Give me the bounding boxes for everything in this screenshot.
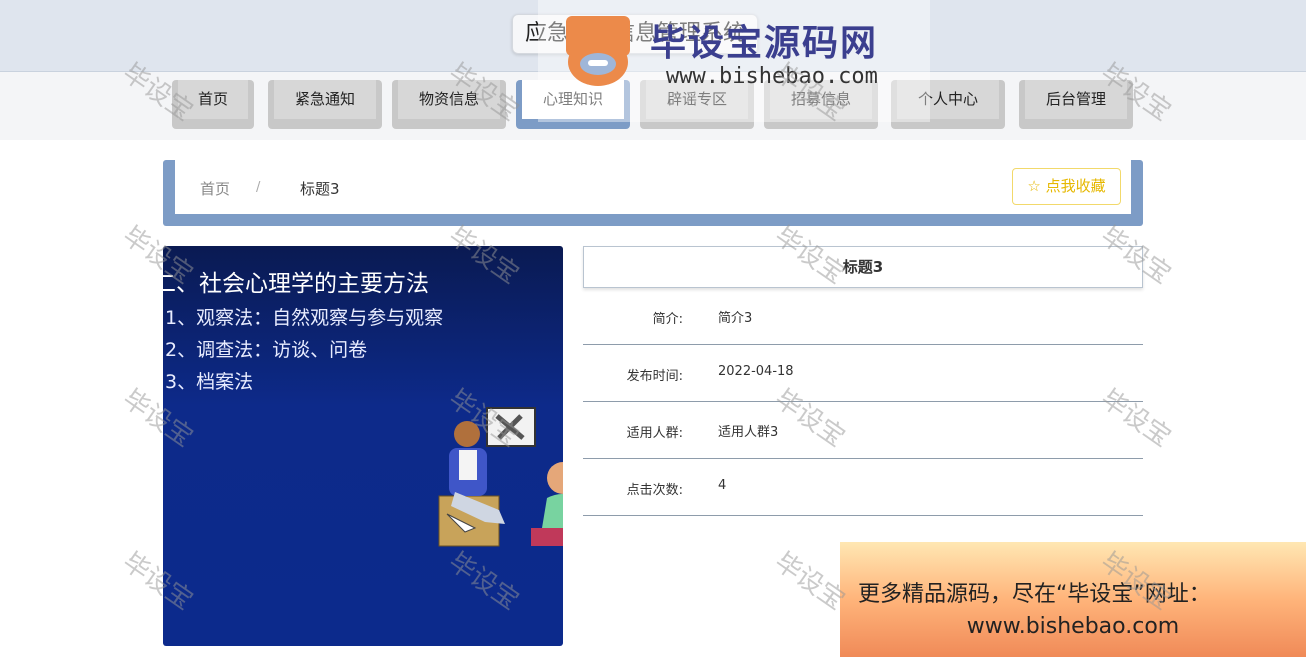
slide-title: 二、社会心理学的主要方法 [163, 271, 429, 297]
detail-title: 标题3 [583, 246, 1143, 288]
nav-item-label: 首页 [178, 80, 248, 119]
promo-banner: 更多精品源码，尽在“毕设宝”网址： www.bishebao.com [840, 542, 1306, 657]
breadcrumb-bar: 首页 / 标题3 ☆ 点我收藏 [163, 160, 1143, 226]
detail-row-label: 适用人群: [626, 426, 683, 441]
watermark-logo: 毕设宝源码网 www.bishebao.com [538, 0, 930, 122]
promo-url: www.bishebao.com [966, 614, 1180, 639]
nav-item-label: 后台管理 [1025, 80, 1127, 119]
detail-row-value: 简介3 [718, 311, 753, 326]
nav-item-home[interactable]: 首页 [172, 80, 254, 129]
detail-row-intro: 简介: 简介3 [583, 288, 1143, 345]
slide-line: 2、调查法：访谈、问卷 [165, 339, 368, 361]
breadcrumb-separator: / [256, 180, 261, 195]
favorite-button[interactable]: ☆ 点我收藏 [1012, 168, 1121, 205]
detail-row-value: 适用人群3 [718, 425, 779, 440]
detail-row-publish-time: 发布时间: 2022-04-18 [583, 345, 1143, 402]
breadcrumb-current: 标题3 [300, 180, 340, 198]
watermark-logo-url: www.bishebao.com [666, 64, 878, 89]
nav-item-admin[interactable]: 后台管理 [1019, 80, 1133, 129]
detail-row-value: 4 [718, 478, 727, 493]
counseling-clipart-icon [438, 407, 563, 547]
detail-row-value: 2022-04-18 [718, 364, 794, 379]
detail-image: 二、社会心理学的主要方法 1、观察法：自然观察与参与观察 2、调查法：访谈、问卷… [163, 246, 563, 646]
mascot-logo-icon [566, 16, 630, 86]
detail-row-click-count: 点击次数: 4 [583, 459, 1143, 516]
detail-row-label: 点击次数: [626, 483, 683, 498]
slide-line: 1、观察法：自然观察与参与观察 [165, 307, 444, 329]
detail-row-label: 发布时间: [626, 369, 683, 384]
breadcrumb-home-link[interactable]: 首页 [200, 178, 230, 199]
promo-text: 更多精品源码，尽在“毕设宝”网址： [858, 582, 1211, 607]
nav-item-emergency-notice[interactable]: 紧急通知 [268, 80, 382, 129]
nav-item-label: 紧急通知 [274, 80, 376, 119]
nav-item-label: 物资信息 [398, 80, 500, 119]
nav-item-supplies[interactable]: 物资信息 [392, 80, 506, 129]
breadcrumb: 首页 / 标题3 ☆ 点我收藏 [175, 160, 1131, 214]
detail-row-audience: 适用人群: 适用人群3 [583, 402, 1143, 459]
watermark-logo-text: 毕设宝源码网 [650, 23, 879, 64]
detail-row-label: 简介: [652, 312, 683, 327]
slide-line: 3、档案法 [165, 371, 254, 393]
